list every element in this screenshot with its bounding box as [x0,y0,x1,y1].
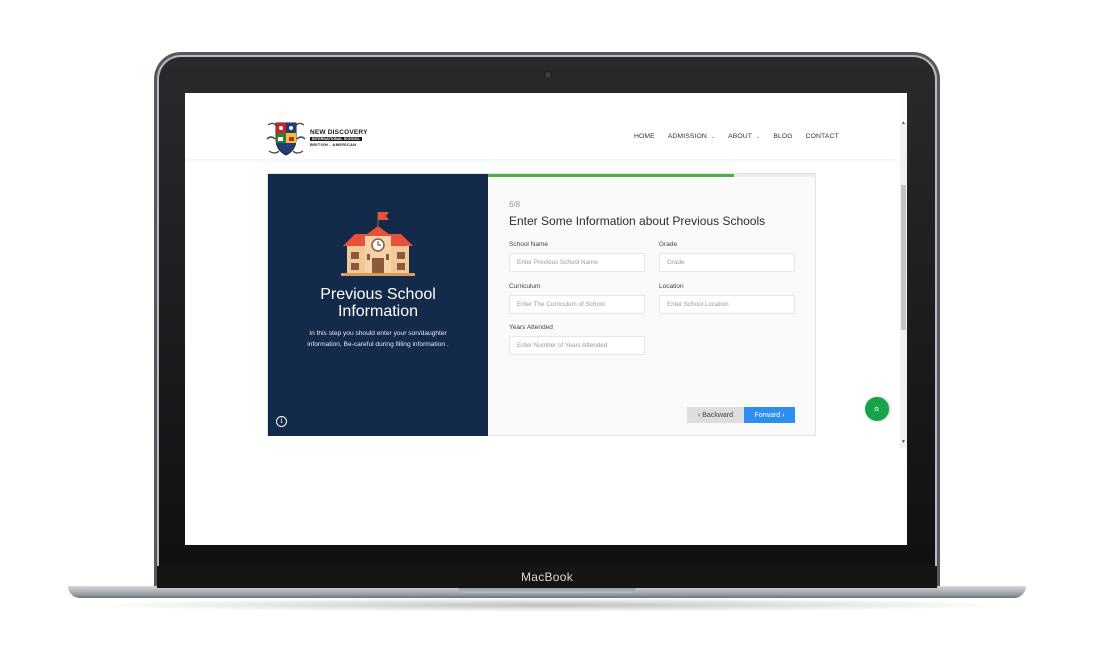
nav-item-blog[interactable]: BLOG [773,133,792,140]
nav-label: HOME [634,133,655,140]
grade-label: Grade [659,241,678,248]
school-building-icon [341,212,415,276]
nav-item-admission[interactable]: ADMISSION ⌄ [668,133,715,140]
school-name-label: School Name [509,241,549,248]
logo-line-3: BRITISH - AMERICAN [310,142,357,147]
laptop-mockup: MacBook NEW DISCOVERY INTERNATIONAL SCHO… [0,0,1102,668]
camera [545,72,551,78]
navbar: NEW DISCOVERY INTERNATIONAL SCHOOL BRITI… [185,93,900,159]
step-title-line-1: Previous School [320,286,436,303]
form-panel: 6/8 Enter Some Information about Previou… [488,174,816,436]
location-label: Location [659,283,684,290]
backward-button[interactable]: ‹ Backward [687,407,744,423]
scroll-up-icon[interactable]: ▲ [901,120,906,126]
scroll-down-icon[interactable]: ▼ [901,439,906,445]
nav-item-contact[interactable]: CONTACT [806,133,839,140]
chevron-down-icon: ⌄ [756,134,761,140]
step-counter: 6/8 [509,200,521,209]
nav-label: ABOUT [728,133,753,140]
info-icon[interactable]: i [276,416,287,427]
step-title-line-2: Information [337,303,419,320]
scrollbar[interactable]: ▲ ▼ [900,120,907,448]
step-sidebar: Previous School Information In this step… [268,174,488,436]
years-attended-input[interactable] [509,336,645,355]
nav-item-about[interactable]: ABOUT ⌄ [728,133,760,140]
forward-button[interactable]: Forward › [744,407,795,423]
location-input[interactable] [659,295,795,314]
screen: NEW DISCOVERY INTERNATIONAL SCHOOL BRITI… [185,93,907,545]
double-chevron-up-icon[interactable]: » [865,397,889,421]
device-label: MacBook [520,570,574,584]
nav-label: BLOG [773,133,793,140]
curriculum-input[interactable] [509,295,645,314]
main-menu: HOME ADMISSION ⌄ ABOUT ⌄ BLOG CONTACT [634,133,852,140]
logo-line-2: INTERNATIONAL SCHOOL [310,137,362,141]
step-description: In this step you should enter your son/d… [307,330,449,348]
wizard-card: Previous School Information In this step… [267,173,816,436]
logo-line-1: NEW DISCOVERY [310,129,368,136]
grade-input[interactable] [659,253,795,272]
years-attended-label: Years Attended [509,324,553,331]
laptop-shadow [80,598,1020,612]
chevron-down-icon: ⌄ [710,134,716,140]
nav-label: ADMISSION [667,133,707,140]
school-logo[interactable]: NEW DISCOVERY INTERNATIONAL SCHOOL BRITI… [265,119,368,157]
school-name-input[interactable] [509,253,645,272]
progress-fill [488,174,734,177]
step-title: Previous School Information [268,286,488,320]
nav-item-home[interactable]: HOME [634,133,655,140]
scroll-thumb[interactable] [901,185,906,330]
crest-icon [266,122,306,156]
curriculum-label: Curriculum [509,283,541,290]
form-heading: Enter Some Information about Previous Sc… [509,214,766,228]
nav-label: CONTACT [805,133,839,140]
laptop-chin: MacBook [157,566,937,588]
progress-bar [488,174,816,177]
